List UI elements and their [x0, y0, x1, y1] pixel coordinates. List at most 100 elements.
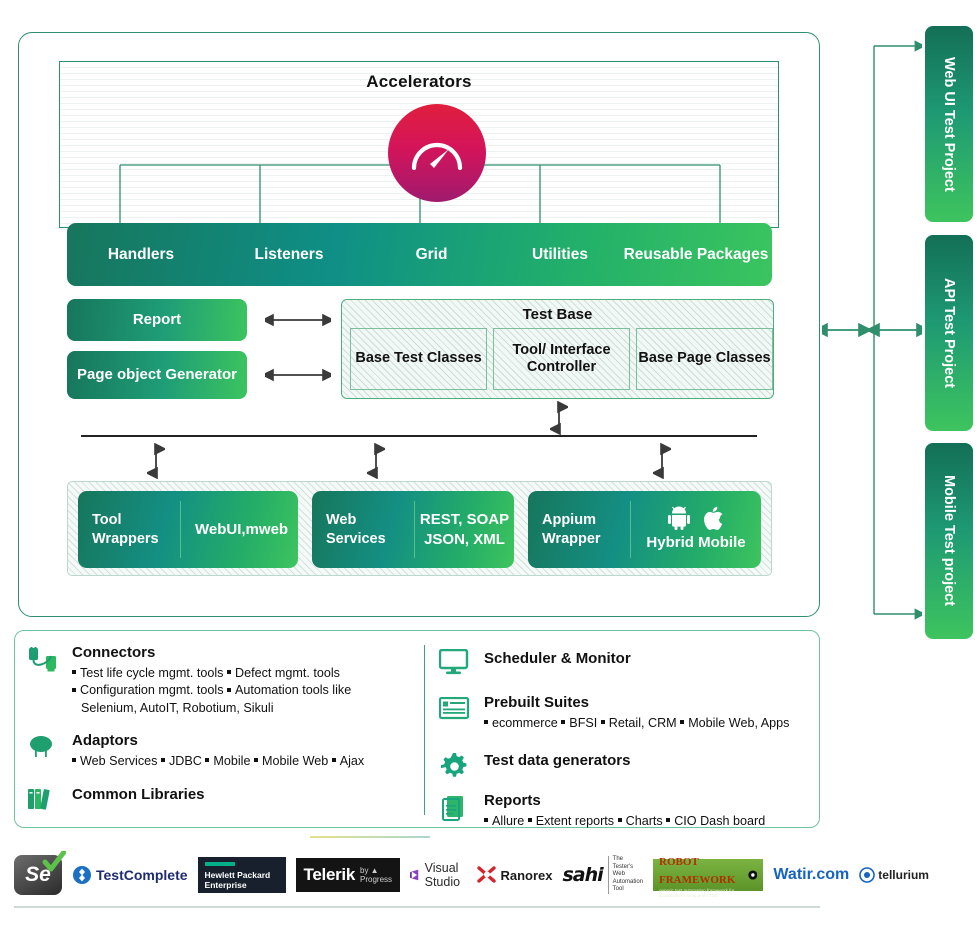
bullet-icon [484, 720, 488, 725]
appium-wrapper-value: Hybrid Mobile [646, 534, 746, 552]
bullet-icon [666, 818, 671, 823]
tool-logos-row: Se TestComplete Hewlett Packard Enterpri… [14, 851, 929, 898]
bullet-icon [680, 720, 685, 725]
web-ui-test-project-panel: Web UI Test Project [925, 26, 973, 222]
arrow-bus-to-web-services [367, 443, 385, 479]
bullet-icon [253, 758, 258, 763]
prebuilt-suites-body: ecommerce BFSI Retail, CRM Mobile Web, A… [484, 715, 789, 733]
appium-wrapper-label: Appium Wrapper [528, 501, 631, 558]
service-common-libraries: Common Libraries [27, 783, 417, 816]
tellurium-mark-icon [859, 867, 876, 883]
arrow-testbase-to-bus [550, 401, 568, 435]
bullet-icon [72, 670, 76, 675]
mobile-platform-icons [631, 506, 761, 531]
web-services-card: Web Services REST, SOAP JSON, XML [312, 491, 514, 568]
reports-body: Allure Extent reports Charts CIO Dash bo… [484, 813, 765, 831]
web-services-value: REST, SOAP JSON, XML [419, 511, 510, 548]
page-object-generator-box: Page object Generator [67, 351, 247, 399]
framework-core-frame: Accelerators Handlers Listeners Grid Uti… [18, 32, 820, 617]
service-reports: Reports Allure Extent reports Charts CIO… [439, 792, 811, 831]
robot-framework-logo: ROBOT FRAMEWORK generic test automation … [653, 856, 764, 898]
ranorex-mark-icon [477, 866, 497, 883]
ranorex-logo: Ranorex [477, 856, 553, 894]
monitor-icon [438, 647, 473, 680]
selenium-logo: Se [14, 851, 66, 895]
bullet-icon [205, 758, 210, 763]
hpe-logo: Hewlett Packard Enterprise [197, 856, 286, 894]
bullet-icon [227, 688, 231, 693]
tool-wrappers-value: WebUI,mweb [195, 520, 289, 538]
service-scheduler-monitor: Scheduler & Monitor [438, 647, 811, 680]
test-project-connector-rail [822, 40, 922, 620]
appium-wrapper-card: Appium Wrapper Hybrid Mobile [528, 491, 761, 568]
apple-icon [703, 506, 722, 531]
robot-framework-mark-icon [747, 870, 758, 880]
api-test-project-label: API Test Project [941, 277, 957, 389]
connector-plug-icon [27, 645, 61, 718]
accelerator-item-listeners: Listeners [254, 245, 324, 263]
bullet-icon [527, 818, 532, 823]
test-base-title: Test Base [522, 306, 593, 323]
bullet-icon [561, 720, 566, 725]
arrow-bus-to-tool-wrappers [147, 443, 165, 479]
test-base-cell-tool-interface-controller: Tool/ Interface Controller [493, 328, 630, 390]
watir-logo: Watir.com [773, 866, 850, 883]
accelerator-item-grid: Grid [415, 245, 448, 263]
bullet-icon [226, 670, 231, 675]
adaptors-body: Web Services JDBC Mobile Mobile Web Ajax [72, 753, 364, 771]
bullet-icon [600, 720, 605, 725]
bullet-icon [72, 688, 76, 693]
hpe-bar-icon [204, 862, 235, 866]
reports-title: Reports [484, 792, 541, 809]
test-data-generators-title: Test data generators [484, 752, 631, 769]
web-ui-test-project-label: Web UI Test Project [941, 56, 957, 192]
visual-studio-mark-icon [410, 869, 419, 881]
visual-studio-logo: Visual Studio [410, 856, 467, 894]
mobile-test-project-label: Mobile Test project [941, 475, 957, 607]
prebuilt-suites-title: Prebuilt Suites [484, 694, 590, 711]
tool-wrappers-card: Tool Wrappers WebUI,mweb [78, 491, 298, 568]
card-document-icon [438, 695, 473, 732]
test-base-cell-base-page-classes: Base Page Classes [636, 328, 773, 390]
capacitor-icon [27, 733, 61, 770]
connectors-title: Connectors [72, 644, 156, 661]
service-adaptors: Adaptors Web Services JDBC Mobile Mobile… [27, 732, 417, 771]
connectors-line-2: Configuration mgmt. tools Automation too… [72, 682, 351, 700]
speedometer-icon [388, 104, 486, 202]
logo-accent-line [310, 836, 430, 838]
logo-bottom-rule [14, 906, 820, 908]
accelerator-item-reusable-packages: Reusable Packages [623, 245, 769, 263]
mobile-test-project-panel: Mobile Test project [925, 443, 973, 639]
bullet-icon [484, 818, 488, 823]
sahi-logo: sahi The Tester's Web Automation Tool [562, 856, 644, 894]
api-test-project-panel: API Test Project [925, 235, 973, 431]
tellurium-logo: tellurium [859, 856, 929, 894]
books-icon [27, 783, 61, 816]
bullet-icon [72, 758, 76, 763]
common-libraries-title: Common Libraries [72, 786, 205, 803]
arrow-pog-to-testbase [265, 368, 331, 382]
accelerator-item-handlers: Handlers [107, 245, 175, 263]
test-base-panel: Test Base Base Test Classes Tool/ Interf… [341, 299, 774, 399]
bullet-icon [160, 758, 165, 763]
bullet-icon [331, 758, 336, 763]
wrappers-strip: Tool Wrappers WebUI,mweb Web Services RE… [67, 481, 772, 576]
testcomplete-mark-icon [73, 866, 91, 884]
web-services-label: Web Services [312, 501, 415, 558]
service-prebuilt-suites: Prebuilt Suites ecommerce BFSI Retail, C… [438, 694, 811, 733]
appium-wrapper-value-group: Hybrid Mobile [631, 506, 761, 553]
service-test-data-generators: Test data generators [439, 749, 811, 784]
platform-services-frame: Connectors Test life cycle mgmt. tools D… [14, 630, 820, 828]
accelerator-items-bar: Handlers Listeners Grid Utilities Reusab… [67, 223, 772, 286]
connectors-body: Test life cycle mgmt. tools Defect mgmt.… [72, 665, 351, 719]
connectors-line-3: Selenium, AutoIT, Robotium, Sikuli [81, 701, 274, 716]
accelerators-panel: Accelerators [59, 61, 779, 228]
documents-icon [439, 793, 473, 830]
testcomplete-logo: TestComplete [72, 856, 188, 894]
bullet-icon [617, 818, 622, 823]
tool-wrappers-label: Tool Wrappers [78, 501, 181, 558]
test-base-cells: Base Test Classes Tool/ Interface Contro… [350, 328, 773, 390]
services-divider [424, 645, 426, 815]
report-box: Report [67, 299, 247, 341]
android-icon [667, 506, 690, 531]
